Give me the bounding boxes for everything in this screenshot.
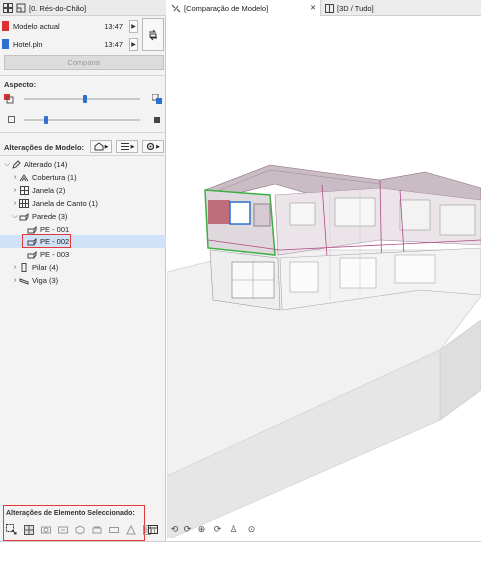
model-select-arrow-button[interactable]: ▶ (129, 19, 138, 33)
element-changes-toolbar (6, 524, 151, 535)
building-3d-render (167, 164, 481, 538)
walk-icon[interactable]: ♙ (228, 524, 239, 535)
zoom-to-element-icon[interactable] (41, 525, 51, 535)
list-icon (120, 143, 129, 150)
wall-icon (19, 212, 29, 221)
beam-icon (19, 276, 29, 285)
grid-view-icon[interactable] (24, 524, 34, 535)
tab-label: [Comparação de Modelo] (184, 3, 269, 13)
select-element-icon[interactable] (6, 524, 17, 535)
compare-view-icon (171, 4, 181, 12)
tree-label: Cobertura (1) (32, 173, 77, 182)
tree-node-beam[interactable]: › Viga (3) (0, 274, 166, 287)
current-model-color-icon[interactable] (4, 94, 14, 106)
reference-model-color-swatch (2, 39, 9, 49)
tab-model-comparison[interactable]: [Comparação de Modelo] ✕ (167, 0, 321, 16)
redo-view-icon[interactable]: ⟳ (182, 524, 193, 535)
caret-right-icon[interactable]: › (11, 277, 19, 284)
slider-thumb[interactable] (44, 116, 48, 124)
list-options-button[interactable]: ▶ (116, 140, 138, 153)
rotate-icon[interactable]: ⟲ (169, 524, 180, 535)
caret-down-icon[interactable]: ⌵ (11, 213, 19, 221)
close-icon[interactable]: ✕ (310, 4, 316, 12)
window-icon (19, 186, 29, 195)
divider (0, 75, 166, 76)
gear-icon (146, 142, 155, 151)
model-row-reference[interactable]: Hotel.pln 13:47 ▶ (2, 36, 138, 52)
tree-label: Viga (3) (32, 276, 59, 285)
left-tab-bar: [0. Rés-do-Chão] (0, 0, 166, 16)
tree-node-roof[interactable]: › Cobertura (1) (0, 171, 166, 184)
swap-models-button[interactable] (142, 18, 164, 51)
section-icon[interactable] (109, 525, 119, 535)
tree-label: Janela de Canto (1) (32, 199, 98, 208)
calendar-icon[interactable] (148, 524, 158, 536)
zoom-icon[interactable]: ⊕ (196, 524, 207, 535)
tree-label: PE - 001 (40, 225, 70, 234)
wall-icon (27, 225, 37, 234)
tree-label: Parede (3) (32, 212, 68, 221)
model-select-arrow-button[interactable]: ▶ (129, 37, 138, 51)
selected-element-changes-label: Alterações de Elemento Seleccionado: (6, 510, 135, 517)
show-element-icon[interactable] (58, 525, 68, 535)
corner-window-icon (19, 199, 29, 208)
caret-right-icon[interactable]: › (11, 264, 19, 271)
model-name: Hotel.pln (13, 39, 43, 49)
tab-label: [3D / Tudo] (337, 3, 374, 13)
transparency-max-icon (154, 116, 160, 125)
caret-right-icon[interactable]: › (11, 174, 19, 181)
transparency-min-icon (8, 116, 15, 125)
floor-plan-icon (16, 3, 26, 13)
swap-icon (149, 29, 157, 40)
selection-highlight-frame (22, 234, 71, 248)
model-time: 13:47 (104, 21, 123, 31)
tree-label: PE - 003 (40, 250, 70, 259)
3d-view-icon (325, 3, 334, 13)
tree-label: Alterado (24, 160, 52, 169)
caret-down-icon[interactable]: ⌵ (3, 161, 11, 169)
settings-button[interactable]: ▶ (142, 140, 164, 153)
slider-thumb[interactable] (83, 95, 87, 103)
model-changes-label: Alterações de Modelo: (4, 143, 85, 152)
marquee-icon[interactable] (126, 524, 136, 535)
tree-node-window[interactable]: › Janela (2) (0, 184, 166, 197)
tab-3d-all[interactable]: [3D / Tudo] (321, 0, 421, 16)
model-name: Modelo actual (13, 21, 60, 31)
caret-right-icon[interactable]: › (11, 200, 19, 207)
model-time: 13:47 (104, 39, 123, 49)
tree-label: Pilar (4) (32, 263, 59, 272)
divider (0, 155, 166, 156)
aspect-label: Aspecto: (4, 80, 37, 89)
tree-node-pe-003[interactable]: PE - 003 (0, 248, 166, 261)
3d-model-viewport[interactable] (167, 17, 481, 538)
divider (0, 132, 166, 133)
caret-right-icon[interactable]: › (11, 187, 19, 194)
view-tab-bar: [Comparação de Modelo] ✕ [3D / Tudo] (167, 0, 481, 16)
compare-button[interactable]: Comparar (4, 55, 164, 70)
isolate-icon[interactable] (75, 524, 85, 535)
grid-icon[interactable] (3, 3, 13, 13)
tree-label: Janela (2) (32, 186, 66, 195)
house-icon (94, 142, 104, 151)
bottom-toolbar (0, 541, 481, 566)
filter-button[interactable]: ▶ (90, 140, 112, 153)
tree-node-corner-window[interactable]: › Janela de Canto (1) (0, 197, 166, 210)
reference-model-color-icon[interactable] (151, 93, 162, 106)
left-tab-label[interactable]: [0. Rés-do-Chão] (29, 4, 86, 13)
current-model-opacity-slider[interactable] (24, 98, 140, 100)
tree-node-column[interactable]: › Pilar (4) (0, 261, 166, 274)
model-row-current[interactable]: Modelo actual 13:47 ▶ (2, 18, 138, 34)
tree-count: (14) (54, 160, 68, 169)
tree-node-wall[interactable]: ⌵ Parede (3) (0, 210, 166, 223)
tree-node-altered[interactable]: ⌵ Alterado (14) (0, 158, 166, 171)
wall-icon (27, 250, 37, 259)
layers-icon[interactable] (92, 525, 102, 535)
orbit-icon[interactable]: ⟳ (212, 524, 223, 535)
current-model-color-swatch (2, 21, 9, 31)
column-icon (19, 263, 29, 272)
roof-icon (19, 173, 29, 182)
transparency-slider[interactable] (24, 119, 140, 121)
pencil-icon (11, 160, 21, 169)
zoom-fit-icon[interactable]: ⊙ (246, 524, 257, 535)
